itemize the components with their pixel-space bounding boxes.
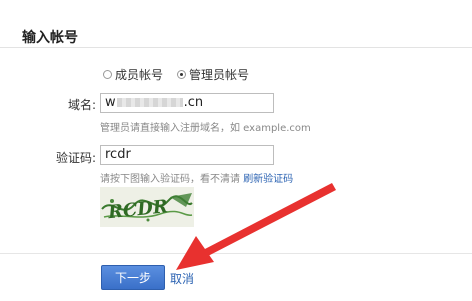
annotation-arrow xyxy=(176,183,336,270)
